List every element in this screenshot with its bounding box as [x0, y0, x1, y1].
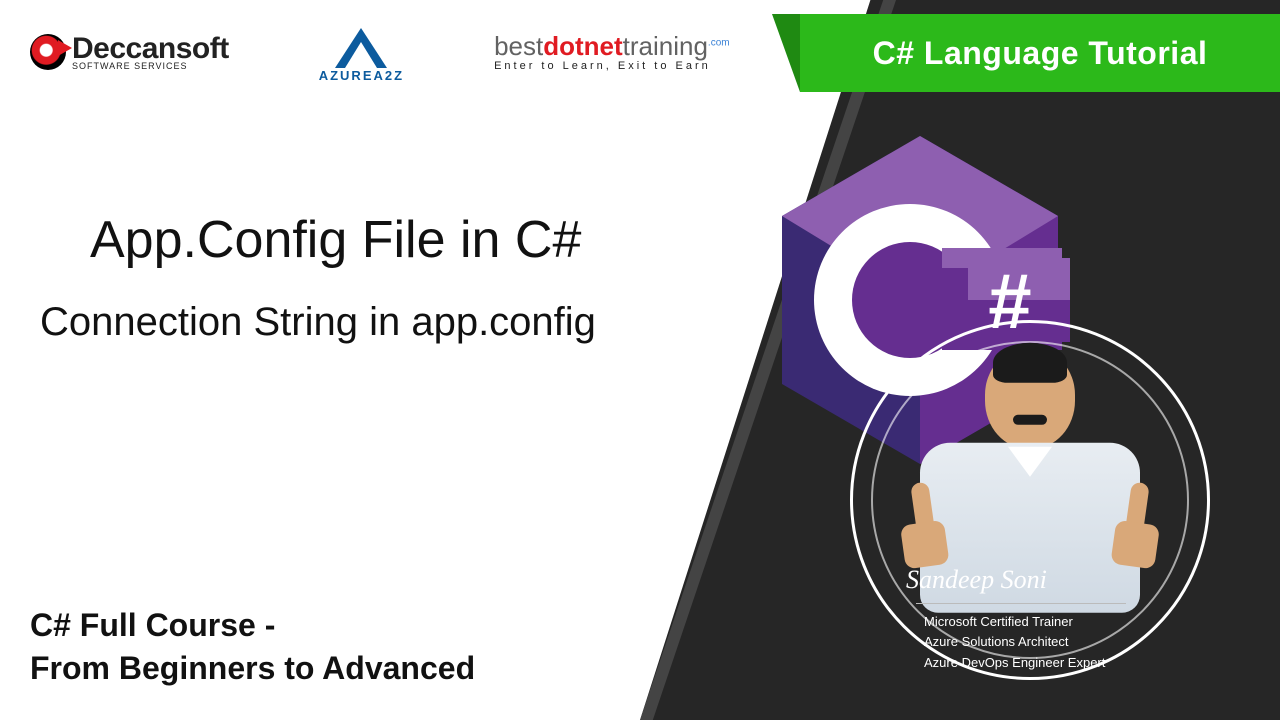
course-line1: C# Full Course -	[30, 607, 275, 643]
credential-2: Azure Solutions Architect	[876, 632, 1196, 653]
credential-3: Azure DevOps Engineer Expert	[876, 653, 1196, 674]
bdt-name: bestdotnettraining.com	[494, 33, 730, 59]
tutorial-banner: C# Language Tutorial	[800, 14, 1280, 92]
azurea2z-label: AZUREA2Z	[319, 68, 404, 83]
course-line2: From Beginners to Advanced	[30, 650, 475, 686]
slide-subtitle: Connection String in app.config	[40, 300, 596, 345]
course-name: C# Full Course - From Beginners to Advan…	[30, 604, 475, 690]
slide-title: App.Config File in C#	[90, 210, 581, 270]
presenter-name: Sandeep Soni	[876, 565, 1196, 595]
logo-row: Deccansoft SOFTWARE SERVICES AZUREA2Z be…	[0, 12, 780, 92]
azurea2z-logo: AZUREA2Z	[319, 22, 404, 83]
presenter-bio: Sandeep Soni Microsoft Certified Trainer…	[876, 565, 1196, 674]
deccansoft-name: Deccansoft	[72, 34, 229, 64]
disc-icon	[30, 34, 66, 70]
credential-1: Microsoft Certified Trainer	[876, 612, 1196, 633]
thumbs-up-icon	[1104, 479, 1171, 570]
banner-text: C# Language Tutorial	[873, 35, 1208, 72]
divider	[916, 603, 1126, 604]
bdt-tagline: Enter to Learn, Exit to Earn	[494, 61, 730, 72]
bestdotnettraining-logo: bestdotnettraining.com Enter to Learn, E…	[494, 33, 730, 72]
deccansoft-logo: Deccansoft SOFTWARE SERVICES	[30, 34, 229, 71]
thumbs-up-icon	[888, 479, 955, 570]
azure-mark-icon	[331, 22, 391, 68]
